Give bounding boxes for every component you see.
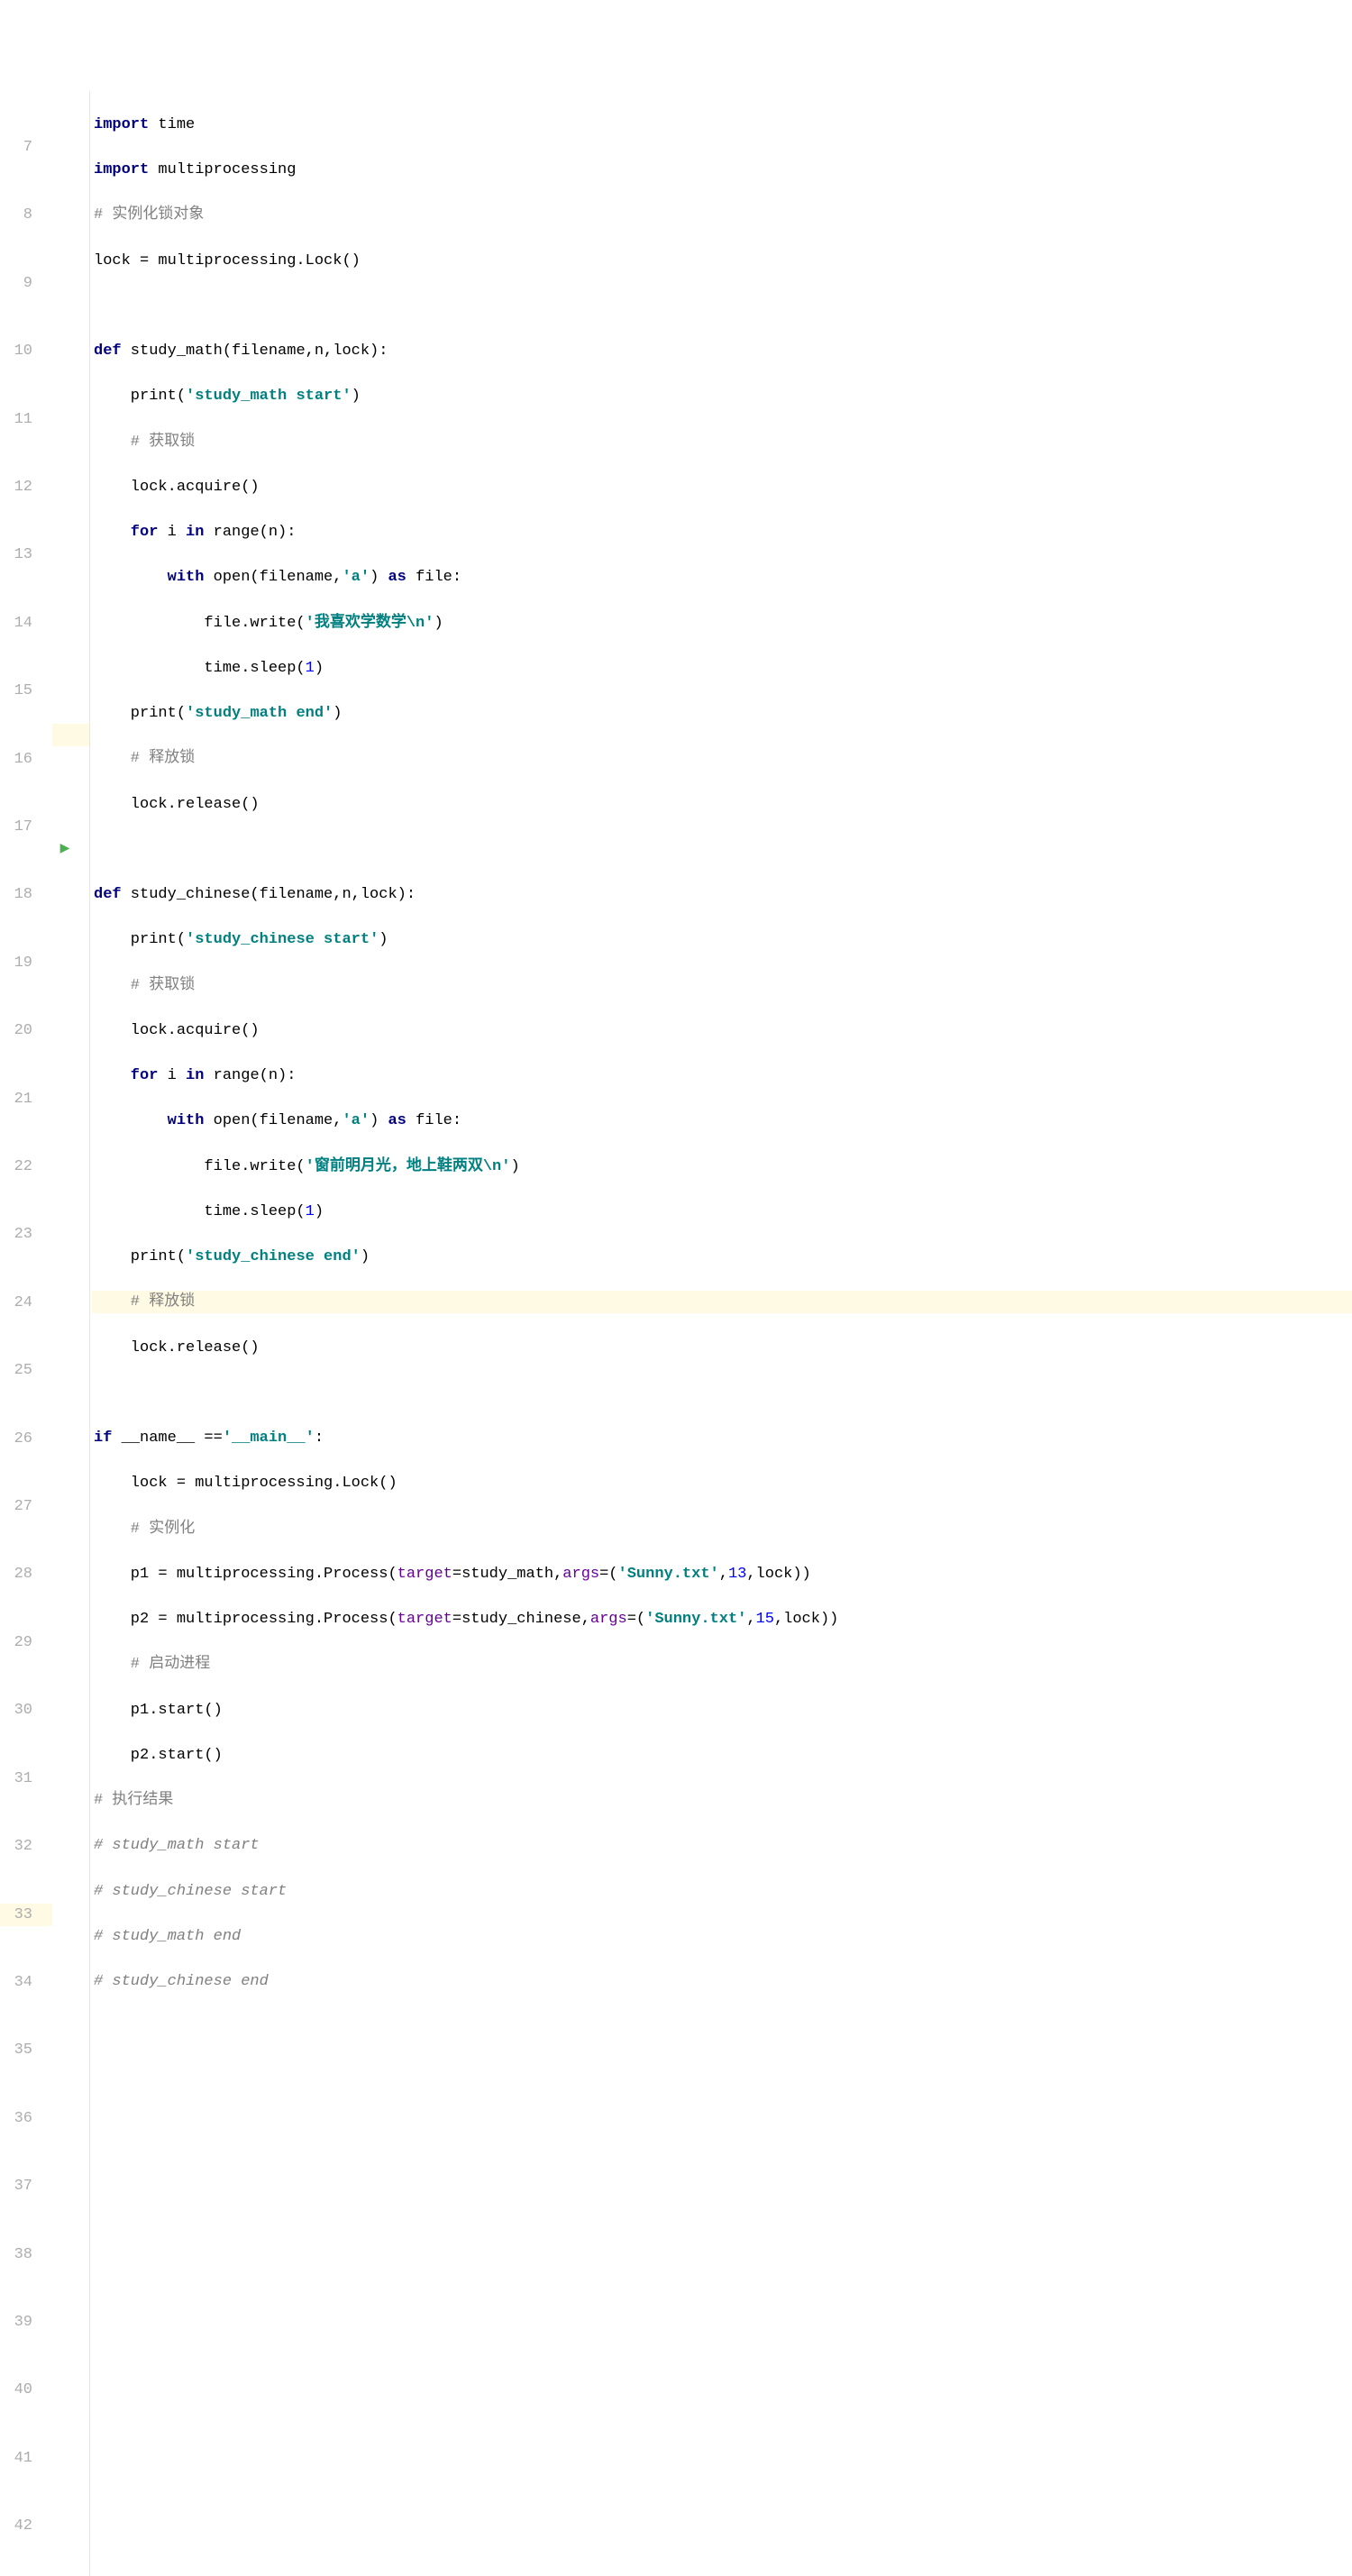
code-line[interactable] bbox=[92, 295, 1352, 317]
line-number[interactable]: 17 bbox=[0, 816, 52, 838]
code-line[interactable]: for i in range(n): bbox=[92, 1064, 1352, 1087]
line-number[interactable]: 24 bbox=[0, 1292, 52, 1314]
code-line[interactable]: # study_chinese end bbox=[92, 1970, 1352, 1993]
line-number[interactable]: 12 bbox=[0, 476, 52, 498]
code-editor: 7 8 9 10 11 12 13 14 15 16 17 18 19 20 2… bbox=[0, 91, 1352, 2576]
line-number[interactable]: 9 bbox=[0, 272, 52, 295]
code-line[interactable]: # study_math start bbox=[92, 1834, 1352, 1857]
code-line[interactable]: print('study_chinese start') bbox=[92, 928, 1352, 951]
line-number[interactable]: 35 bbox=[0, 2039, 52, 2061]
line-number[interactable]: 29 bbox=[0, 1631, 52, 1654]
line-number[interactable]: 21 bbox=[0, 1088, 52, 1110]
line-number[interactable]: 8 bbox=[0, 204, 52, 226]
code-line[interactable]: print('study_math end') bbox=[92, 702, 1352, 725]
line-number[interactable]: 19 bbox=[0, 952, 52, 974]
line-number[interactable]: 10 bbox=[0, 340, 52, 362]
line-number[interactable]: 28 bbox=[0, 1563, 52, 1585]
line-number[interactable]: 11 bbox=[0, 408, 52, 431]
line-number[interactable]: 26 bbox=[0, 1428, 52, 1450]
code-area[interactable]: import time import multiprocessing # 实例化… bbox=[90, 91, 1352, 2576]
code-line[interactable]: # study_math end bbox=[92, 1925, 1352, 1948]
line-number[interactable]: 20 bbox=[0, 1019, 52, 1042]
code-line[interactable]: # 执行结果 bbox=[92, 1789, 1352, 1812]
run-icon[interactable]: ▶ bbox=[52, 838, 78, 861]
code-line[interactable]: # 实例化 bbox=[92, 1518, 1352, 1540]
code-line[interactable]: print('study_chinese end') bbox=[92, 1246, 1352, 1268]
fold-gutter bbox=[78, 91, 90, 2576]
code-line[interactable]: # study_chinese start bbox=[92, 1880, 1352, 1903]
code-line[interactable]: if __name__ =='__main__': bbox=[92, 1427, 1352, 1449]
code-line[interactable]: lock.release() bbox=[92, 793, 1352, 816]
code-line[interactable]: lock = multiprocessing.Lock() bbox=[92, 1472, 1352, 1494]
line-number[interactable]: 13 bbox=[0, 544, 52, 566]
code-line[interactable]: # 获取锁 bbox=[92, 431, 1352, 453]
line-number[interactable]: 37 bbox=[0, 2175, 52, 2197]
line-number[interactable]: 36 bbox=[0, 2107, 52, 2130]
line-number[interactable]: 27 bbox=[0, 1495, 52, 1518]
line-number[interactable]: 18 bbox=[0, 883, 52, 906]
line-number[interactable]: 23 bbox=[0, 1223, 52, 1246]
code-line[interactable]: lock.release() bbox=[92, 1337, 1352, 1359]
line-number[interactable]: 7 bbox=[0, 136, 52, 159]
code-line[interactable] bbox=[92, 838, 1352, 861]
code-line[interactable]: def study_chinese(filename,n,lock): bbox=[92, 883, 1352, 906]
code-line[interactable]: lock.acquire() bbox=[92, 476, 1352, 498]
code-line[interactable]: lock = multiprocessing.Lock() bbox=[92, 250, 1352, 272]
code-line[interactable] bbox=[92, 1382, 1352, 1404]
code-line[interactable]: with open(filename,'a') as file: bbox=[92, 566, 1352, 589]
line-number[interactable]: 32 bbox=[0, 1835, 52, 1858]
code-line[interactable]: p1.start() bbox=[92, 1699, 1352, 1722]
code-line[interactable]: # 启动进程 bbox=[92, 1653, 1352, 1676]
code-line[interactable]: p1 = multiprocessing.Process(target=stud… bbox=[92, 1563, 1352, 1585]
code-line[interactable]: p2.start() bbox=[92, 1744, 1352, 1767]
code-line[interactable]: for i in range(n): bbox=[92, 521, 1352, 544]
line-number[interactable]: 14 bbox=[0, 612, 52, 635]
code-line[interactable]: p2 = multiprocessing.Process(target=stud… bbox=[92, 1608, 1352, 1631]
line-number[interactable]: 38 bbox=[0, 2243, 52, 2266]
line-number[interactable]: 42 bbox=[0, 2515, 52, 2537]
line-number[interactable]: 15 bbox=[0, 680, 52, 702]
code-line[interactable]: print('study_math start') bbox=[92, 385, 1352, 407]
line-number[interactable]: 16 bbox=[0, 748, 52, 771]
code-line[interactable]: lock.acquire() bbox=[92, 1019, 1352, 1042]
line-number[interactable]: 40 bbox=[0, 2379, 52, 2401]
code-line[interactable]: import multiprocessing bbox=[92, 159, 1352, 181]
line-number-gutter: 7 8 9 10 11 12 13 14 15 16 17 18 19 20 2… bbox=[0, 91, 52, 2576]
line-number[interactable]: 33 bbox=[0, 1904, 52, 1926]
line-number[interactable]: 39 bbox=[0, 2311, 52, 2334]
code-line[interactable]: # 获取锁 bbox=[92, 974, 1352, 997]
line-number[interactable]: 22 bbox=[0, 1156, 52, 1178]
line-number[interactable]: 34 bbox=[0, 1971, 52, 1994]
line-number[interactable]: 31 bbox=[0, 1768, 52, 1790]
line-number[interactable]: 41 bbox=[0, 2447, 52, 2470]
code-line[interactable]: time.sleep(1) bbox=[92, 657, 1352, 680]
code-line[interactable]: time.sleep(1) bbox=[92, 1201, 1352, 1223]
code-line[interactable]: def study_math(filename,n,lock): bbox=[92, 340, 1352, 362]
run-gutter: ▶ bbox=[52, 91, 78, 2576]
code-line[interactable]: # 实例化锁对象 bbox=[92, 204, 1352, 226]
code-line[interactable]: with open(filename,'a') as file: bbox=[92, 1110, 1352, 1132]
code-line[interactable]: # 释放锁 bbox=[92, 747, 1352, 770]
code-line-current[interactable]: # 释放锁 bbox=[92, 1291, 1352, 1313]
line-number[interactable]: 25 bbox=[0, 1359, 52, 1382]
code-line[interactable]: import time bbox=[92, 114, 1352, 136]
code-line[interactable]: file.write('窗前明月光，地上鞋两双\n') bbox=[92, 1156, 1352, 1178]
line-number[interactable]: 30 bbox=[0, 1699, 52, 1722]
code-line[interactable]: file.write('我喜欢学数学\n') bbox=[92, 612, 1352, 635]
